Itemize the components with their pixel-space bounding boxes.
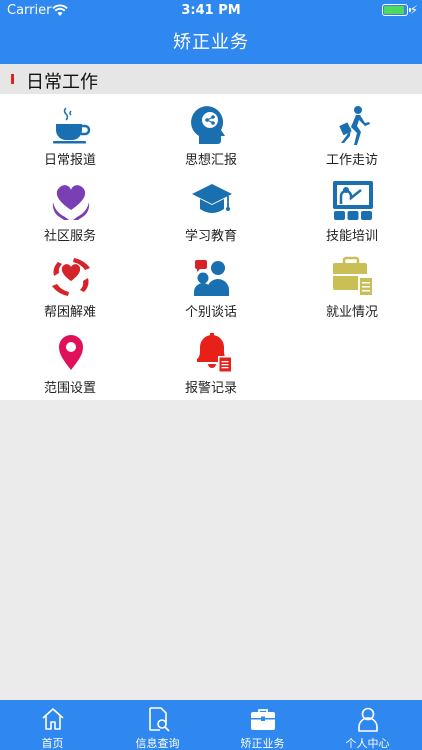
grid-item-employment[interactable]: 就业情况	[282, 246, 422, 321]
section-header: 日常工作	[0, 64, 422, 94]
grid-item-daily-report[interactable]: 日常报道	[0, 94, 140, 169]
grid-item-label: 报警记录	[184, 381, 237, 396]
page-title: 矫正业务	[173, 32, 249, 53]
alarm-bell-icon	[197, 333, 232, 373]
grid-item-label: 就业情况	[325, 305, 378, 320]
grid-item-label: 技能培训	[325, 229, 378, 244]
grid-item-thought-report[interactable]: 思想汇报	[141, 94, 281, 169]
grid-item-label: 社区服务	[43, 229, 96, 244]
grid-item-label: 学习教育	[184, 229, 237, 244]
grid-item-study-education[interactable]: 学习教育	[141, 170, 281, 245]
grid-item-label: 工作走访	[325, 153, 378, 168]
grid-item-label: 思想汇报	[184, 153, 237, 168]
battery-icon	[382, 4, 411, 16]
function-grid: 日常报道 思想汇报 工作走访 社区服务 学习教育 技能培训 帮困解难 个别谈话 …	[0, 94, 422, 400]
location-pin-icon	[59, 335, 83, 370]
grid-item-work-visit[interactable]: 工作走访	[282, 94, 422, 169]
tab-label: 首页	[41, 737, 64, 750]
tab-label: 个人中心	[345, 737, 390, 750]
user-icon	[358, 707, 378, 732]
grid-item-help-difficulties[interactable]: 帮困解难	[0, 246, 140, 321]
tab-personal-center[interactable]: 个人中心	[315, 700, 420, 750]
tab-bar: 首页 信息查询 矫正业务 个人中心	[0, 700, 422, 750]
section-accent-bar	[11, 74, 14, 84]
walking-person-icon	[339, 106, 370, 145]
coffee-cup-icon	[53, 107, 91, 144]
briefcase-icon	[251, 709, 275, 730]
graduation-cap-icon	[192, 184, 232, 213]
grid-item-alarm-records[interactable]: 报警记录	[141, 322, 281, 397]
grid-item-skill-training[interactable]: 技能培训	[282, 170, 422, 245]
status-bar: Carrier 3:41 PM ⚡	[0, 0, 422, 22]
home-icon	[42, 708, 64, 730]
grid-item-individual-talk[interactable]: 个别谈话	[141, 246, 281, 321]
status-time: 3:41 PM	[181, 3, 241, 18]
grid-item-label: 范围设置	[43, 381, 96, 396]
grid-item-label: 个别谈话	[184, 305, 237, 320]
search-document-icon	[149, 707, 170, 732]
tab-correction-business[interactable]: 矫正业务	[210, 700, 315, 750]
charging-bolt-icon: ⚡	[409, 3, 418, 17]
conversation-icon	[194, 260, 229, 296]
grid-item-label: 帮困解难	[43, 305, 96, 320]
head-thought-icon	[191, 106, 225, 144]
presentation-board-icon	[333, 181, 373, 220]
tab-label: 信息查询	[135, 737, 180, 750]
section-title: 日常工作	[26, 72, 98, 93]
grid-item-label: 日常报道	[43, 153, 96, 168]
helping-hands-icon	[52, 258, 90, 296]
briefcase-document-icon	[333, 256, 373, 296]
header: Carrier 3:41 PM ⚡ 矫正业务	[0, 0, 422, 64]
tab-home[interactable]: 首页	[0, 700, 105, 750]
grid-item-range-settings[interactable]: 范围设置	[0, 322, 140, 397]
grid-item-community-service[interactable]: 社区服务	[0, 170, 140, 245]
tab-info-query[interactable]: 信息查询	[105, 700, 210, 750]
tab-label: 矫正业务	[240, 737, 285, 750]
heart-hands-icon	[52, 185, 90, 220]
